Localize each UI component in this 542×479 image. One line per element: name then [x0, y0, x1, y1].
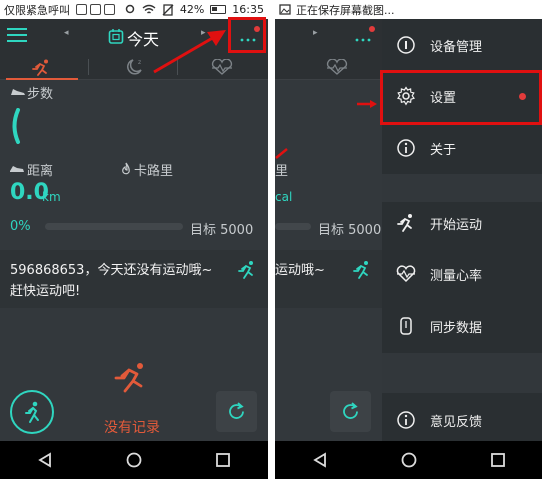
- more-options-icon[interactable]: [351, 25, 377, 49]
- running-icon[interactable]: [237, 260, 257, 280]
- carrier-text: 仅限紧急呼叫: [4, 3, 70, 17]
- menu-label: 同步数据: [430, 320, 483, 336]
- shoe-icon: [11, 89, 25, 95]
- calendar-icon: [108, 29, 124, 44]
- menu-label: 设备管理: [430, 39, 483, 55]
- menu-item-sync-data[interactable]: 同步数据: [382, 301, 542, 351]
- goal-text: 目标 5000: [318, 223, 382, 238]
- menu-label: 意见反馈: [430, 414, 483, 430]
- menu-item-feedback[interactable]: 意见反馈: [382, 395, 542, 445]
- steps-ring-arc: [12, 108, 20, 144]
- main-content: 步数 距离 卡路里 0.0 km 0% 目标 5000 596868653，今天…: [0, 80, 268, 441]
- running-person-icon: [25, 401, 39, 423]
- recents-icon[interactable]: [214, 451, 232, 469]
- location-icon: [125, 4, 135, 13]
- prev-day-arrow-icon[interactable]: ◂: [64, 28, 69, 38]
- annotation-arrow: [357, 100, 377, 108]
- refresh-icon: [229, 402, 244, 419]
- message-partial: 运动哦~: [275, 263, 325, 278]
- home-icon[interactable]: [125, 451, 143, 469]
- annotation-highlight-box: [228, 17, 266, 53]
- partial-label: 里: [275, 164, 289, 179]
- partial-unit: cal: [275, 190, 293, 204]
- sync-band-icon: [394, 314, 418, 338]
- running-icon[interactable]: [352, 260, 372, 280]
- clock: 16:35: [232, 3, 264, 16]
- flame-icon: [122, 162, 130, 175]
- goal-text: 目标 5000: [190, 223, 254, 238]
- back-icon[interactable]: [36, 451, 54, 469]
- info-circle-icon: [394, 33, 418, 57]
- home-icon[interactable]: [400, 451, 418, 469]
- info-circle-icon: [394, 136, 418, 160]
- wifi-icon: [142, 4, 156, 14]
- goal-progress-bar: [275, 223, 311, 230]
- tab-sleep[interactable]: z: [124, 58, 144, 76]
- annotation-arrow: [153, 30, 226, 74]
- screenshot-divider: [268, 0, 275, 479]
- battery-icon: [210, 5, 227, 14]
- annotation-highlight-box: [380, 70, 542, 125]
- annotation-arrow-fragment: [275, 148, 288, 159]
- back-icon[interactable]: [311, 451, 329, 469]
- recents-icon[interactable]: [489, 451, 507, 469]
- menu-item-about[interactable]: 关于: [382, 123, 542, 173]
- message-line-1: 596868653，今天还没有运动哦~: [10, 263, 213, 278]
- menu-label: 测量心率: [430, 268, 483, 284]
- menu-item-start-exercise[interactable]: 开始运动: [382, 198, 542, 248]
- start-run-button[interactable]: [10, 390, 54, 434]
- refresh-icon: [343, 402, 358, 419]
- notification-icon: [90, 4, 101, 15]
- tab-heart-rate[interactable]: [325, 59, 349, 75]
- system-nav-bar: [0, 441, 268, 479]
- refresh-button[interactable]: [330, 391, 371, 432]
- info-circle-icon: [394, 408, 418, 432]
- system-nav-bar: [275, 441, 542, 479]
- distance-unit: km: [42, 190, 61, 204]
- svg-text:z: z: [138, 59, 141, 66]
- empty-state-label: 没有记录: [104, 420, 160, 436]
- hamburger-menu-icon[interactable]: [7, 27, 27, 43]
- menu-label: 关于: [430, 142, 457, 158]
- message-line-2: 赶快运动吧!: [10, 284, 81, 299]
- notification-icon: [104, 4, 115, 15]
- tab-divider: [88, 59, 89, 75]
- heart-rate-icon: [394, 262, 418, 286]
- status-bar: 正在保存屏幕截图...: [275, 0, 542, 19]
- menu-item-measure-heart-rate[interactable]: 测量心率: [382, 249, 542, 299]
- goal-percent: 0%: [10, 219, 31, 234]
- menu-label: 开始运动: [430, 217, 483, 233]
- screenshot-icon: [279, 4, 291, 15]
- right-phone-screen: 正在保存屏幕截图... ▸ 里 cal 目标 5000 运动哦~ 设备管理 设置…: [275, 0, 542, 479]
- tab-activity[interactable]: [32, 59, 52, 76]
- no-sim-icon: [162, 3, 174, 16]
- menu-item-device-management[interactable]: 设备管理: [382, 20, 542, 70]
- notification-icon: [76, 4, 87, 15]
- distance-icon: [10, 166, 24, 172]
- left-phone-screen: 仅限紧急呼叫 42% 16:35 ◂ 今天 ▸ z 步数 距离 卡路里 0.0 …: [0, 0, 268, 479]
- empty-running-icon: [114, 363, 143, 393]
- refresh-button[interactable]: [216, 391, 257, 432]
- running-icon: [394, 211, 418, 235]
- battery-percent: 42%: [179, 3, 205, 16]
- notification-text: 正在保存屏幕截图...: [296, 3, 395, 17]
- calories-label: 卡路里: [134, 164, 174, 179]
- next-day-arrow-icon[interactable]: ▸: [313, 28, 318, 38]
- steps-label: 步数: [27, 87, 54, 102]
- menu-separator: [382, 353, 542, 393]
- motivation-message: 596868653，今天还没有运动哦~ 赶快运动吧!: [0, 250, 268, 308]
- distance-label: 距离: [27, 164, 54, 179]
- goal-progress-bar: [45, 223, 183, 230]
